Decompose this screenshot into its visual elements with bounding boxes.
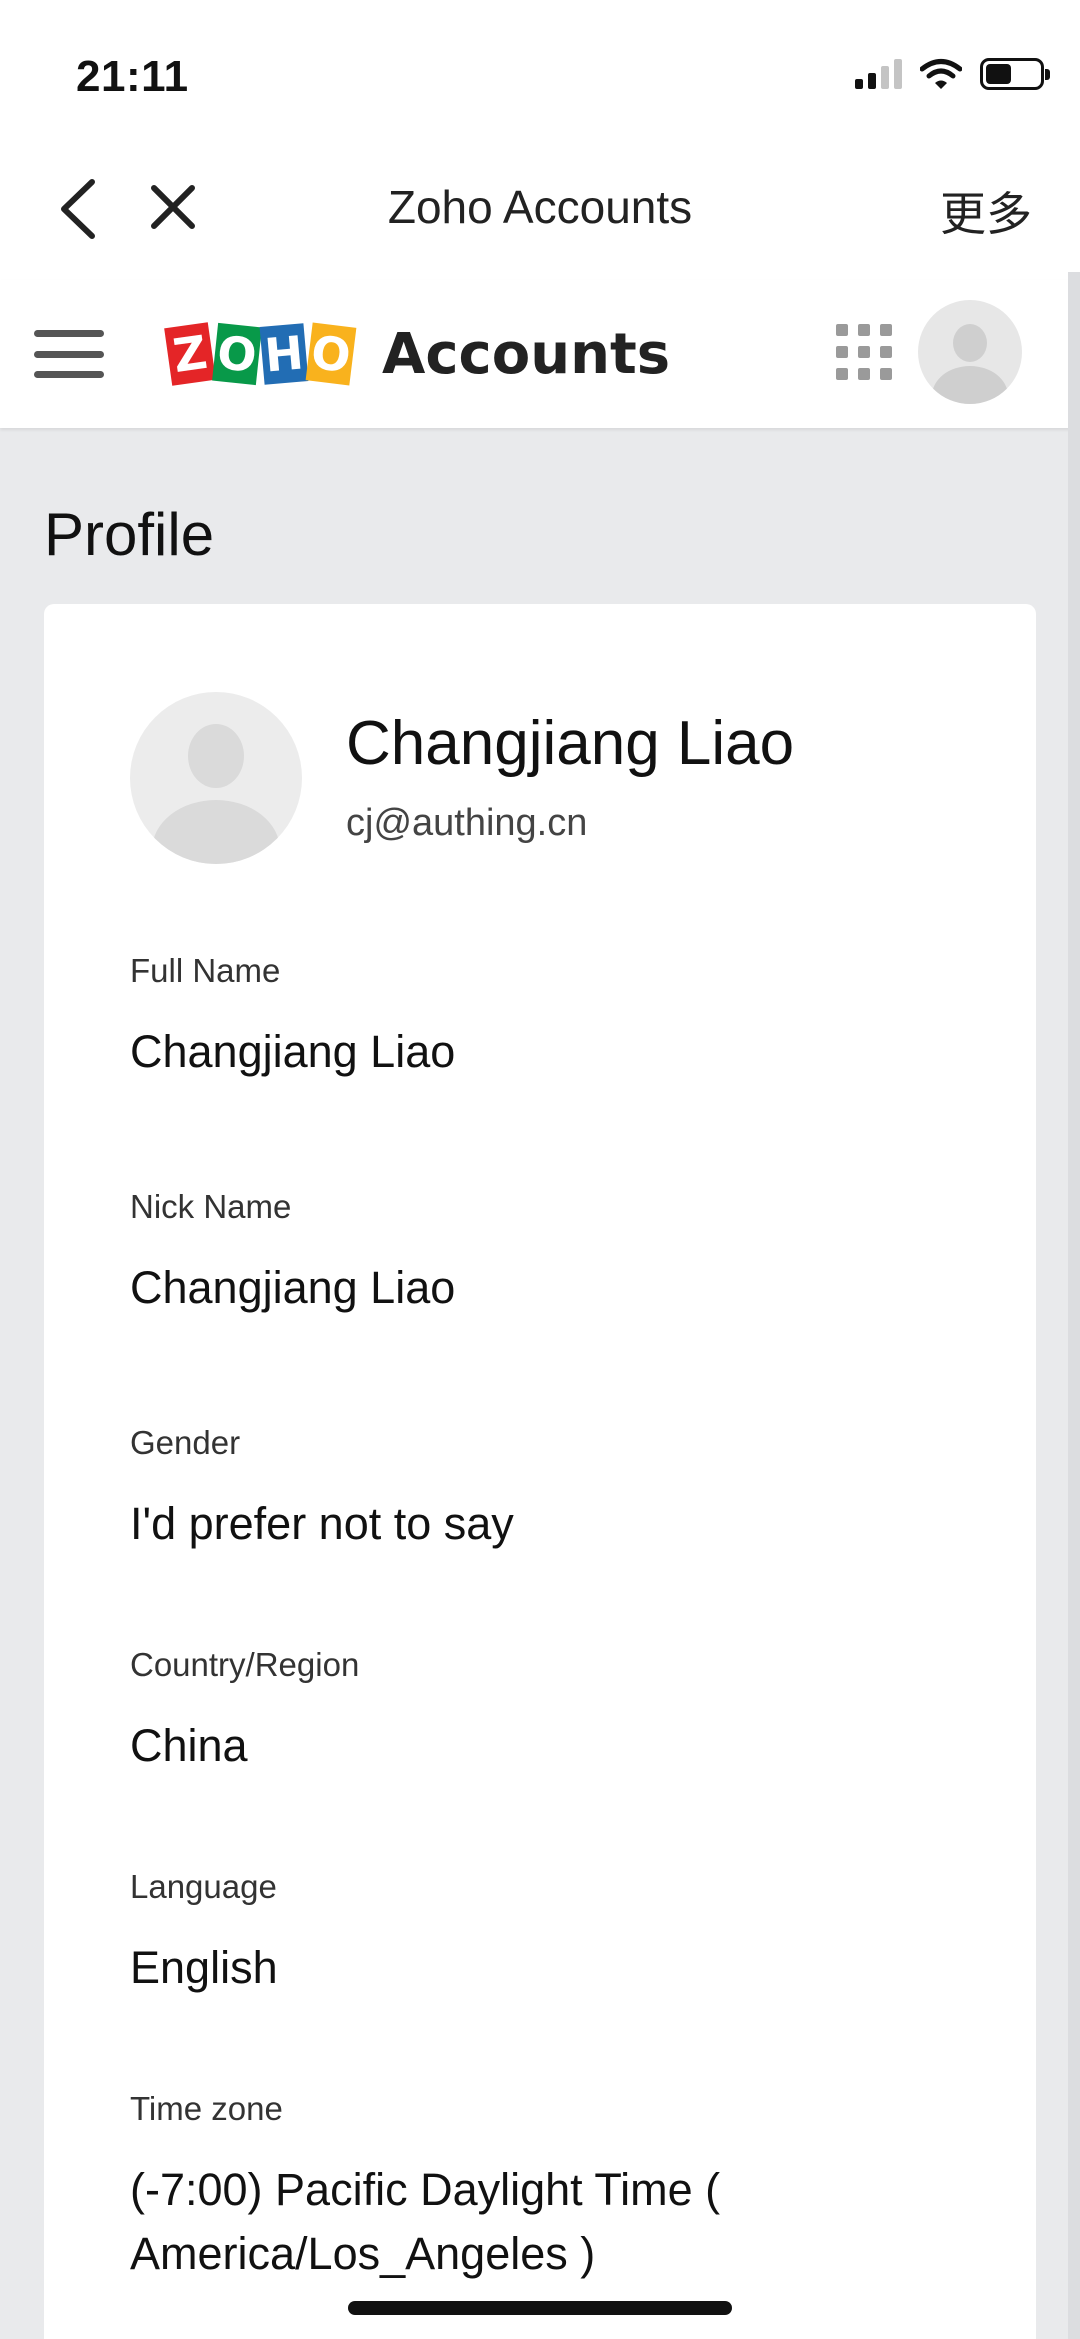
profile-name: Changjiang Liao xyxy=(346,709,795,778)
wifi-icon xyxy=(920,59,962,89)
status-bar: 21:11 xyxy=(0,0,1080,140)
battery-icon xyxy=(980,58,1050,90)
field-value: Changjiang Liao xyxy=(130,1026,456,1077)
field-nick-name: Nick Name Changjiang Liao xyxy=(130,1188,990,1320)
field-country-region: Country/Region China xyxy=(130,1646,990,1778)
profile-avatar[interactable] xyxy=(130,692,302,864)
app-header: Z O H O Accounts xyxy=(0,280,1080,428)
field-gender: Gender I'd prefer not to say xyxy=(130,1424,990,1556)
field-value: China xyxy=(130,1720,248,1771)
field-label: Gender xyxy=(130,1424,241,1461)
zoho-logo-letter: O xyxy=(212,322,262,386)
field-time-zone: Time zone (-7:00) Pacific Daylight Time … xyxy=(130,2090,830,2286)
field-value: Changjiang Liao xyxy=(130,1262,456,1313)
field-value: I'd prefer not to say xyxy=(130,1498,514,1549)
scrollbar-track xyxy=(1068,272,1080,2339)
field-label: Time zone xyxy=(130,2090,283,2127)
field-label: Nick Name xyxy=(130,1188,292,1225)
status-icons xyxy=(855,58,1050,90)
more-button[interactable]: 更多 xyxy=(940,178,1032,244)
zoho-logo-letter: O xyxy=(305,322,357,386)
screen: 21:11 Zoho Accounts 更多 Z O H O Accounts … xyxy=(0,0,1080,2339)
field-language: Language English xyxy=(130,1868,990,2000)
field-full-name: Full Name Changjiang Liao xyxy=(130,952,990,1084)
user-avatar[interactable] xyxy=(918,300,1022,404)
zoho-logo-letter: H xyxy=(259,323,309,385)
profile-card: Changjiang Liao cj@authing.cn Full Name … xyxy=(44,604,1036,2339)
home-indicator[interactable] xyxy=(348,2301,732,2315)
page-title: Profile xyxy=(44,501,215,568)
cellular-signal-icon xyxy=(855,59,902,89)
status-time: 21:11 xyxy=(76,52,189,101)
field-value: (-7:00) Pacific Daylight Time ( America/… xyxy=(130,2164,721,2279)
field-label: Country/Region xyxy=(130,1646,360,1683)
nav-title: Zoho Accounts xyxy=(387,181,693,233)
field-label: Full Name xyxy=(130,952,281,989)
menu-icon[interactable] xyxy=(34,324,104,384)
profile-email: cj@authing.cn xyxy=(346,802,588,844)
app-launcher-grid-icon[interactable] xyxy=(836,324,892,380)
webview-nav-bar: Zoho Accounts 更多 xyxy=(0,140,1080,280)
zoho-logo-letter: Z xyxy=(164,322,216,386)
app-name: Accounts xyxy=(382,322,671,387)
zoho-logo: Z O H O xyxy=(164,316,357,392)
field-value: English xyxy=(130,1942,278,1993)
field-label: Language xyxy=(130,1868,277,1905)
